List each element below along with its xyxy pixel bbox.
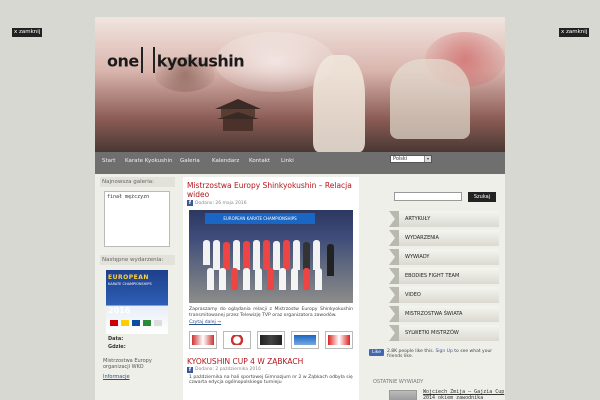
athlete-figure <box>255 268 262 290</box>
menu-item-interviews[interactable]: WYWIADY <box>389 249 499 265</box>
athlete-figure <box>213 240 220 270</box>
thumbnail-image[interactable] <box>291 330 319 349</box>
events-heading: Następne wydarzenia: <box>100 255 175 265</box>
post-excerpt: Zapraszamy do oglądania relacji z Mistrz… <box>189 307 353 318</box>
logo-text-right: kyokushin <box>156 51 245 71</box>
thumbnail-image[interactable] <box>223 330 251 349</box>
nav-item-start[interactable]: Start <box>102 158 115 164</box>
main-content: Mistrzostwa Europy Shinkyokushin – Relac… <box>183 177 359 400</box>
athlete-figure <box>291 268 298 290</box>
fighter-one <box>313 55 365 152</box>
nav-item-links[interactable]: Linki <box>281 158 294 164</box>
athlete-figure <box>313 240 320 270</box>
event-note: Mistrzostwa Europy organizacji WKO <box>103 358 152 370</box>
left-sidebar: Najnowsza galeria: finał mężczyzn Następ… <box>100 177 175 400</box>
menu-item-events[interactable]: WYDARZENIA <box>389 230 499 246</box>
like-text: 2.8K people like this. Sign Up to see wh… <box>387 349 505 359</box>
post-meta: f Dodano: 26 maja 2016 <box>187 200 359 206</box>
athlete-figure <box>303 242 310 270</box>
athlete-figure <box>279 268 286 290</box>
nav-item-calendar[interactable]: Kalendarz <box>212 158 239 164</box>
athlete-figure <box>207 268 214 290</box>
signup-link[interactable]: Sign Up <box>435 349 452 354</box>
flag-icon <box>154 320 162 326</box>
athlete-figure <box>315 268 322 290</box>
flag-icon <box>132 320 140 326</box>
event-poster-image[interactable]: EUROPEAN KARATE CHAMPIONSHIPS 2016 <box>106 270 168 334</box>
chevron-down-icon: ▾ <box>424 156 431 162</box>
menu-item-fight-team[interactable]: EBODIES FIGHT TEAM <box>389 268 499 284</box>
menu-item-video[interactable]: VIDEO <box>389 287 499 303</box>
thumbnail-image[interactable] <box>257 330 285 349</box>
athlete-figure <box>327 244 334 276</box>
athlete-figure <box>231 268 238 290</box>
facebook-like-widget: Like 2.8K people like this. Sign Up to s… <box>369 349 505 365</box>
gallery-text-box[interactable]: finał mężczyzn <box>104 191 170 247</box>
search-input[interactable] <box>394 192 462 201</box>
category-menu: ARTYKUŁY WYDARZENIA WYWIADY EBODIES FIGH… <box>389 211 499 344</box>
thumbnail-image[interactable] <box>189 330 217 349</box>
poster-year: 2016 <box>108 306 131 315</box>
post2-date: Dodano: 2 października 2016 <box>195 367 261 373</box>
pagoda-icon <box>215 99 261 131</box>
poster-subtitle: KARATE CHAMPIONSHIPS <box>108 282 152 286</box>
like-button[interactable]: Like <box>369 349 384 356</box>
logo-text-left: one <box>107 51 139 71</box>
close-right-button[interactable]: x zamknij <box>559 28 590 37</box>
post2-title[interactable]: KYOKUSHIN CUP 4 W ZĄBKACH <box>187 357 359 366</box>
team-group <box>189 210 353 303</box>
athlete-figure <box>243 241 250 271</box>
athlete-figure <box>273 241 280 270</box>
logo-kanji-icon <box>140 47 155 73</box>
flag-icon <box>110 320 118 326</box>
menu-item-world-championships[interactable]: MISTRZOSTWA ŚWIATA <box>389 306 499 322</box>
search-button[interactable]: Szukaj <box>468 192 496 202</box>
facebook-icon[interactable]: f <box>187 366 193 373</box>
nav-item-karate[interactable]: Karate Kyokushin <box>125 158 173 164</box>
recent-interview-thumbnail[interactable] <box>389 390 417 400</box>
post-thumbnails <box>189 330 359 349</box>
athlete-figure <box>303 268 310 290</box>
post-date: Dodano: 26 maja 2016 <box>195 200 247 206</box>
right-sidebar: Szukaj ARTYKUŁY WYDARZENIA WYWIADY EBODI… <box>367 177 505 400</box>
athlete-figure <box>293 240 300 270</box>
athlete-figure <box>253 240 260 270</box>
athlete-figure <box>223 242 230 270</box>
flag-icon <box>121 320 129 326</box>
post-photo[interactable]: EUROPEAN KARATE CHAMPIONSHIPS <box>189 210 353 303</box>
athlete-figure <box>203 240 210 265</box>
post-title[interactable]: Mistrzostwa Europy Shinkyokushin – Relac… <box>187 181 359 199</box>
site-container: one kyokushin Start Karate Kyokushin Gale… <box>95 17 505 400</box>
site-logo[interactable]: one kyokushin <box>107 47 245 75</box>
post2-meta: f Dodano: 2 października 2016 <box>187 366 359 373</box>
language-selected: Polski <box>393 156 408 162</box>
close-left-button[interactable]: x zamknij <box>12 28 43 37</box>
post2-excerpt: 1 października na hali sportowej Gimnazj… <box>189 374 353 386</box>
nav-item-gallery[interactable]: Galeria <box>180 158 200 164</box>
menu-item-champions[interactable]: SYLWETKI MISTRZÓW <box>389 325 499 341</box>
gallery-heading: Najnowsza galeria: <box>100 177 175 187</box>
recent-interviews-heading: OSTATNIE WYWIADY <box>373 379 424 385</box>
header-banner: one kyokushin <box>95 17 505 152</box>
event-place-label: Gdzie: <box>108 344 126 350</box>
nav-item-contact[interactable]: Kontakt <box>249 158 270 164</box>
athlete-figure <box>263 240 270 270</box>
thumbnail-image[interactable] <box>325 330 353 349</box>
event-info-link[interactable]: Informacje <box>103 374 175 380</box>
poster-title: EUROPEAN <box>108 274 149 281</box>
athlete-figure <box>243 268 250 290</box>
recent-interview-link[interactable]: Wojciech Zmija – Gajzia Cup 2014 okiem z… <box>423 389 505 400</box>
flag-icon <box>143 320 151 326</box>
event-date-label: Data: <box>108 336 124 342</box>
main-nav: Start Karate Kyokushin Galeria Kalendarz… <box>95 152 505 174</box>
athlete-figure <box>283 240 290 270</box>
read-more-link[interactable]: Czytaj dalej → <box>189 320 359 325</box>
athlete-figure <box>219 268 226 290</box>
athlete-figure <box>233 240 240 270</box>
fighter-two <box>390 59 470 139</box>
language-select[interactable]: Polski ▾ <box>390 155 432 163</box>
menu-item-articles[interactable]: ARTYKUŁY <box>389 211 499 227</box>
athlete-figure <box>267 268 274 290</box>
facebook-icon[interactable]: f <box>187 200 193 206</box>
